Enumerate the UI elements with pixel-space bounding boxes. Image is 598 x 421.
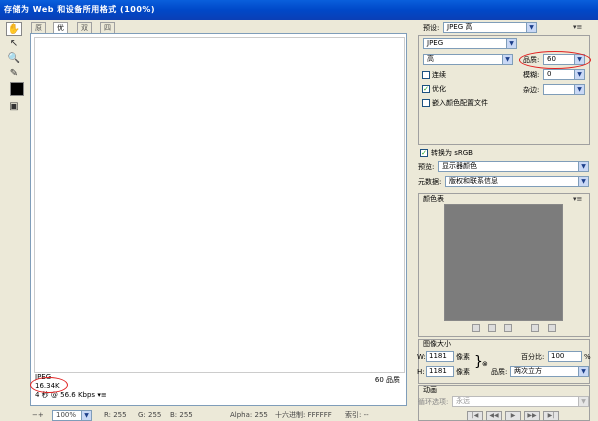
settings-menu-icon[interactable]: ▾≡ [573,23,582,31]
preview-label: 预览: [418,163,435,171]
statusbar: −+ 100% ▼ R: 255 G: 255 B: 255 Alpha: 255… [30,410,407,421]
slice-select-tool-icon[interactable]: ↖ [6,37,22,51]
first-frame-button[interactable]: |◀ [467,411,483,421]
status-hex: 十六进制: FFFFFF [275,411,332,419]
percent-unit: % [584,353,591,361]
status-b: B: 255 [170,411,193,419]
matte-label: 杂边: [523,86,540,94]
resample-quality-select[interactable]: 两次立方 ▼ [510,366,589,377]
toggle-slices-icon[interactable]: ▣ [6,100,22,114]
eyedropper-tool-icon[interactable]: ✎ [6,67,22,81]
optimized-label: 优化 [432,85,446,93]
loop-label: 循环选项: [418,398,449,406]
window-title: 存储为 Web 和设备所用格式 (100%) [4,5,156,14]
color-table-menu-icon[interactable]: ▾≡ [573,195,582,203]
prev-frame-button[interactable]: ◀◀ [486,411,502,421]
new-color-icon[interactable] [531,324,539,332]
color-table-title: 颜色表 [423,195,444,203]
zoom-minus-icon[interactable]: −+ [32,410,44,421]
convert-srgb-label: 转换为 sRGB [431,149,473,157]
zoom-select[interactable]: 100% ▼ [52,410,92,421]
format-select[interactable]: JPEG ▼ [423,38,517,49]
image-size-title: 图像大小 [423,340,451,348]
last-frame-button[interactable]: ▶| [543,411,559,421]
status-alpha: Alpha: 255 [230,411,268,419]
blur-input[interactable]: 0 ▼ [543,69,585,80]
map-transparent-icon[interactable] [472,324,480,332]
color-table-swatches[interactable] [444,204,563,321]
status-r: R: 255 [104,411,127,419]
animation-title: 动画 [423,386,437,394]
preview-menu-icon[interactable]: ▾≡ [97,391,106,399]
annotation-circle-size [30,377,68,393]
progressive-checkbox[interactable] [422,71,430,79]
preset-label: 预设: [423,24,440,32]
image-preview[interactable] [34,37,405,373]
play-button[interactable]: ▶ [505,411,521,421]
percent-input[interactable]: 100 [548,351,582,362]
optimized-checkbox[interactable]: ✓ [422,85,430,93]
width-label: W: [417,353,426,361]
resample-quality-label: 品质: [491,368,508,376]
window-titlebar: 存储为 Web 和设备所用格式 (100%) [0,0,598,20]
height-unit: 像素 [456,368,470,376]
width-unit: 像素 [456,353,470,361]
width-input[interactable]: 1181 [426,351,454,362]
percent-label: 百分比: [521,353,545,361]
height-input[interactable]: 1181 [426,366,454,377]
embed-profile-checkbox[interactable] [422,99,430,107]
lock-color-icon[interactable] [504,324,512,332]
zoom-tool-icon[interactable]: 🔍 [6,52,22,66]
progressive-label: 连续 [432,71,446,79]
preview-select[interactable]: 显示器颜色 ▼ [438,161,589,172]
toolbox: ✋ ↖ 🔍 ✎ ▣ [4,22,24,112]
hand-tool-icon[interactable]: ✋ [6,22,22,36]
blur-label: 模糊: [523,71,540,79]
compression-select[interactable]: 高 ▼ [423,54,513,65]
preview-frame: JPEG 16.34K 4 秒 @ 56.6 Kbps ▾≡ 60 品质 [30,33,407,406]
convert-srgb-checkbox[interactable]: ✓ [420,149,428,157]
metadata-select[interactable]: 版权和联系信息 ▼ [445,176,589,187]
preview-quality: 60 品质 [374,376,400,384]
status-index: 索引: -- [345,411,369,419]
next-frame-button[interactable]: ▶▶ [524,411,540,421]
preset-select[interactable]: JPEG 高 ▼ [443,22,537,33]
status-g: G: 255 [138,411,162,419]
matte-select[interactable]: ▼ [543,84,585,95]
eyedropper-color-swatch[interactable] [10,82,24,96]
height-label: H: [417,368,425,376]
loop-select[interactable]: 永远 ▼ [452,396,589,407]
trash-icon[interactable] [548,324,556,332]
metadata-label: 元数据: [418,178,442,186]
embed-profile-label: 嵌入颜色配置文件 [432,99,488,107]
web-shift-icon[interactable] [488,324,496,332]
link-icon[interactable]: ⊗ [482,359,488,369]
annotation-circle-quality [519,51,591,69]
